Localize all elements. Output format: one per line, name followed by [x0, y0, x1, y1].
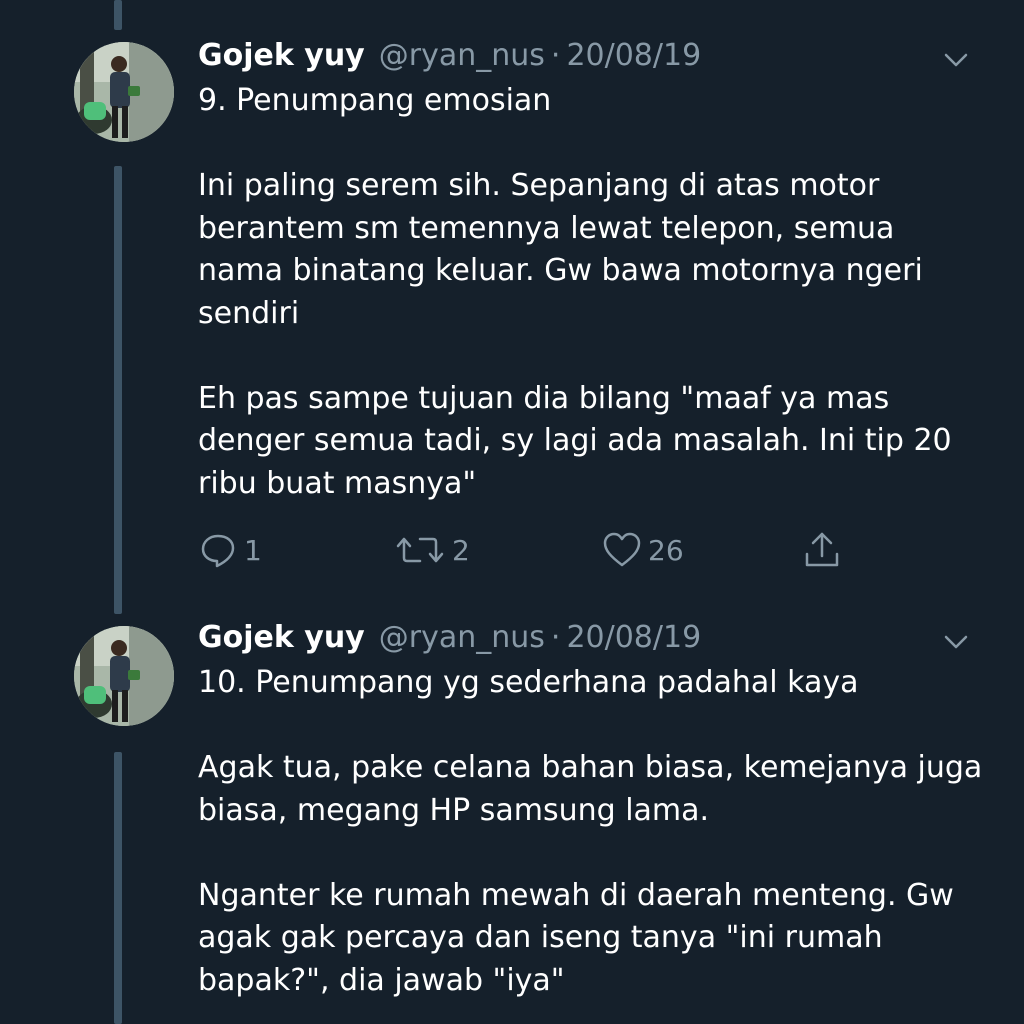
tweet-date[interactable]: 20/08/19 [566, 620, 701, 655]
retweet-count: 2 [452, 533, 470, 567]
tweet-header: Gojek yuy @ryan_nus · 20/08/19 [198, 38, 701, 82]
tweet-date[interactable]: 20/08/19 [566, 38, 701, 73]
chevron-down-icon[interactable] [938, 46, 974, 74]
tweet-text: 10. Penumpang yg sederhana padahal kaya … [198, 665, 983, 998]
tweet-actions: 1 2 26 [198, 530, 858, 570]
like-button[interactable]: 26 [602, 530, 684, 570]
tweet-header: Gojek yuy @ryan_nus · 20/08/19 [198, 620, 701, 664]
retweet-button[interactable]: 2 [394, 530, 470, 570]
share-button[interactable] [802, 530, 842, 570]
author-name[interactable]: Gojek yuy [198, 38, 365, 73]
reply-button[interactable]: 1 [198, 530, 262, 570]
reply-icon [201, 534, 235, 568]
avatar[interactable] [74, 626, 174, 726]
like-count: 26 [648, 533, 684, 567]
retweet-icon [396, 537, 444, 563]
avatar-image [74, 42, 174, 142]
avatar[interactable] [74, 42, 174, 142]
share-icon [805, 532, 839, 567]
thread-line-top [114, 0, 122, 30]
author-handle[interactable]: @ryan_nus [379, 620, 545, 655]
reply-count: 1 [244, 533, 262, 567]
author-handle[interactable]: @ryan_nus [379, 38, 545, 73]
tweet-text: 9. Penumpang emosian Ini paling serem si… [198, 83, 952, 501]
chevron-down-icon[interactable] [938, 628, 974, 656]
tweet[interactable]: Gojek yuy @ryan_nus · 20/08/19 9. Penump… [0, 38, 1024, 598]
separator: · [550, 620, 561, 655]
tweet[interactable]: Gojek yuy @ryan_nus · 20/08/19 10. Penum… [0, 620, 1024, 1024]
separator: · [550, 38, 561, 73]
heart-icon [603, 532, 641, 567]
avatar-image [74, 626, 174, 726]
author-name[interactable]: Gojek yuy [198, 620, 365, 655]
